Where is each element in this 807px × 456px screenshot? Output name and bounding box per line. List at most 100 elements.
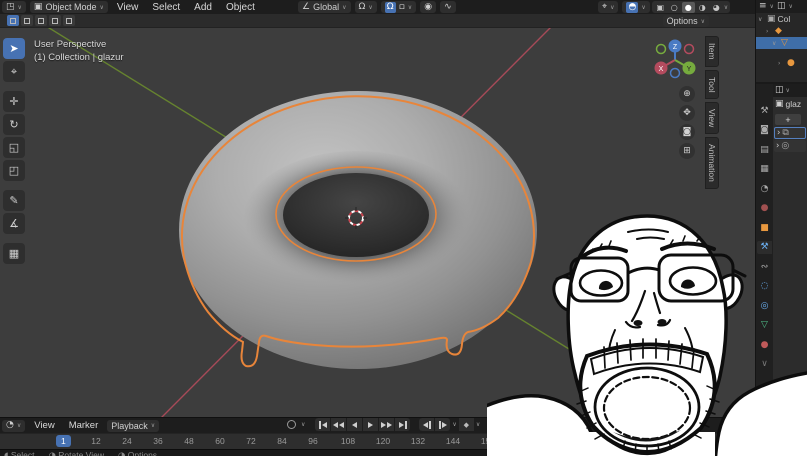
camera-view-icon[interactable]: ◙ (679, 124, 695, 140)
donut-object[interactable] (179, 91, 537, 369)
pan-hand-icon[interactable]: ✥ (679, 105, 695, 121)
tool-move[interactable]: ✛ (3, 91, 25, 112)
transform-orientation-dropdown[interactable]: ∠ Global ∨ (298, 1, 351, 13)
timeline-menu-marker[interactable]: Marker (62, 420, 106, 431)
navigation-gizmo[interactable]: Z X Y (651, 36, 699, 84)
axis-neg-y-handle[interactable] (657, 45, 666, 54)
menu-select[interactable]: Select (145, 2, 187, 13)
timeline-menu-view[interactable]: View (27, 420, 61, 431)
tab-physics-icon[interactable]: ◎ (757, 299, 772, 312)
expand-icon[interactable]: › (777, 128, 780, 138)
tool-rotate[interactable]: ↻ (3, 114, 25, 135)
select-mode-subtract-button[interactable] (35, 15, 47, 26)
jump-to-start-button[interactable] (315, 418, 330, 431)
prev-keyframe-button[interactable] (331, 418, 346, 431)
menu-add[interactable]: Add (187, 2, 219, 13)
active-collection-label: (1) Collection | glazur (34, 51, 124, 64)
playhead-current-frame[interactable]: 1 (56, 435, 71, 447)
tab-output-icon[interactable]: ▤ (757, 143, 772, 156)
jump-to-end-button[interactable] (395, 418, 410, 431)
axis-neg-x-handle[interactable] (685, 45, 694, 54)
play-button[interactable] (363, 418, 378, 431)
properties-breadcrumb: ▣ glaz (773, 97, 807, 111)
tab-tool[interactable]: Tool (705, 70, 719, 100)
show-gizmos-dropdown[interactable]: ⌖ ∨ (598, 1, 618, 13)
tab-particles-icon[interactable]: ◌ (757, 280, 772, 293)
select-mode-extend-button[interactable] (21, 15, 33, 26)
tab-tool-icon[interactable]: ⚒ (757, 104, 772, 117)
viewport-3d[interactable]: User Perspective (1) Collection | glazur… (0, 28, 755, 417)
tool-measure[interactable]: ∡ (3, 213, 25, 234)
tab-view[interactable]: View (705, 102, 719, 134)
shading-material-button[interactable]: ◑ (696, 2, 709, 13)
next-frame-button[interactable] (435, 418, 450, 431)
tab-view-layer-icon[interactable]: ▦ (757, 163, 772, 176)
tool-cursor[interactable]: ⌖ (3, 61, 25, 82)
snap-toggle[interactable]: Ω ▫ ∨ (381, 1, 416, 13)
zoom-icon[interactable]: ⊕ (679, 86, 695, 102)
outliner-row-object[interactable]: › ◆ (756, 25, 807, 37)
perspective-toggle-icon[interactable]: ⊞ (679, 143, 695, 159)
expand-icon[interactable]: ∨ (758, 16, 765, 23)
outliner-row-collection[interactable]: ∨ ▣ Col (756, 13, 807, 25)
tabs-more-chevron-icon[interactable]: ∨ (757, 358, 772, 371)
select-mode-set-button[interactable] (7, 15, 19, 26)
display-mode-icon[interactable]: ◫ (777, 2, 786, 11)
tool-scale[interactable]: ◱ (3, 137, 25, 158)
properties-editor-icon[interactable]: ◫ (775, 86, 784, 95)
add-modifier-button[interactable]: + (775, 114, 801, 125)
xray-toggle[interactable]: ▣ (654, 2, 667, 13)
modifier-icon: ◎ (781, 142, 789, 151)
prev-frame-button[interactable] (419, 418, 434, 431)
auto-keying-toggle[interactable] (284, 418, 299, 431)
expand-icon[interactable]: › (776, 141, 779, 151)
shading-wireframe-button[interactable]: ○ (668, 2, 681, 13)
tab-item[interactable]: Item (705, 36, 719, 67)
show-overlays-dropdown[interactable]: ◓ ∨ (622, 1, 649, 13)
filter-icon[interactable]: ≡ (759, 2, 767, 11)
outliner-row-child[interactable]: › ● (756, 57, 807, 69)
timeline-ruler[interactable]: 1 12 24 36 48 60 72 84 96 108 120 132 14… (0, 433, 755, 449)
modifier-row-subdivision[interactable]: › ⧉ (774, 127, 806, 139)
play-reverse-button[interactable] (347, 418, 362, 431)
options-dropdown[interactable]: Options ∨ (663, 15, 709, 27)
next-keyframe-button[interactable] (379, 418, 394, 431)
expand-icon[interactable]: › (778, 60, 785, 67)
modifier-row-shrinkwrap[interactable]: › ◎ (774, 140, 806, 152)
proportional-editing-toggle[interactable]: ◉ (420, 1, 436, 13)
tool-select-box[interactable]: ➤ (3, 38, 25, 59)
editor-type-button[interactable]: ◳ ∨ (2, 1, 26, 13)
timeline-menu-playback[interactable]: Playback ∨ (107, 420, 159, 432)
chevron-down-icon: ∨ (770, 3, 774, 10)
expand-icon[interactable]: ∨ (772, 40, 779, 47)
tab-object-icon[interactable]: ■ (757, 221, 772, 234)
tab-scene-icon[interactable]: ◔ (757, 182, 772, 195)
scene-canvas (0, 28, 755, 417)
tab-modifiers-icon[interactable]: ⚒ (757, 241, 772, 254)
timeline-editor-type-button[interactable]: ◔ ∨ (2, 420, 25, 432)
menu-view[interactable]: View (110, 2, 146, 13)
proportional-icon: ◉ (424, 3, 432, 12)
tool-add-cube[interactable]: ▦ (3, 243, 25, 264)
menu-object[interactable]: Object (219, 2, 262, 13)
tab-constraints-icon[interactable]: ∾ (757, 260, 772, 273)
tab-object-data-icon[interactable]: ▽ (757, 319, 772, 332)
snap-settings-dropdown[interactable]: Ω ∨ (355, 1, 377, 13)
tab-material-icon[interactable]: ● (757, 338, 772, 351)
keying-set-button[interactable]: ◆ (459, 418, 474, 431)
tab-animation[interactable]: Animation (705, 137, 719, 189)
shading-rendered-button[interactable]: ◕ (710, 2, 723, 13)
tab-render-icon[interactable]: ◙ (757, 124, 772, 137)
expand-icon[interactable]: › (766, 28, 773, 35)
outliner-row-selected[interactable]: ∨ ▽ (756, 37, 807, 49)
shading-solid-button[interactable]: ● (682, 2, 695, 13)
mode-dropdown[interactable]: ▣ Object Mode ∨ (30, 1, 108, 13)
tool-annotate[interactable]: ✎ (3, 190, 25, 211)
falloff-dropdown[interactable]: ∿ (440, 1, 456, 13)
tool-transform[interactable]: ◰ (3, 160, 25, 181)
select-mode-intersect-button[interactable] (63, 15, 75, 26)
tab-world-icon[interactable]: ● (757, 202, 772, 215)
select-mode-invert-button[interactable] (49, 15, 61, 26)
select-invert-icon (52, 18, 58, 24)
axis-neg-z-handle[interactable] (671, 69, 680, 78)
